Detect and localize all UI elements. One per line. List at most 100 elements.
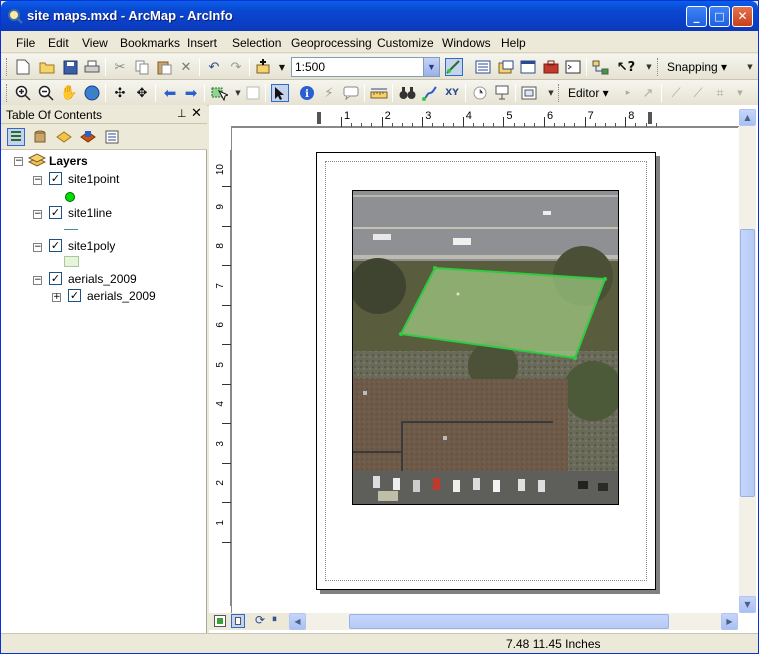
clear-selection-icon[interactable] <box>244 84 262 102</box>
menu-insert[interactable]: Insert <box>187 36 217 50</box>
scroll-right-arrow-icon[interactable]: ▶ <box>721 613 738 630</box>
layer-name-site1line[interactable]: site1line <box>68 206 112 220</box>
trace-icon[interactable]: ⟋ <box>689 84 707 102</box>
page-canvas[interactable] <box>231 127 738 615</box>
new-document-icon[interactable] <box>14 58 32 76</box>
layer-name-site1point[interactable]: site1point <box>68 172 119 186</box>
sublayer-expand-toggle[interactable]: + <box>52 293 61 302</box>
layer-name-aerials-2009[interactable]: aerials_2009 <box>68 272 137 286</box>
model-builder-icon[interactable] <box>591 58 609 76</box>
go-back-arrow-icon[interactable]: ⬅ <box>161 84 179 102</box>
polygon-symbol-swatch[interactable] <box>64 256 79 267</box>
close-button[interactable]: ✕ <box>732 6 753 27</box>
minimize-button[interactable]: _ <box>686 6 707 27</box>
layer-collapse-toggle[interactable]: − <box>33 176 42 185</box>
paste-icon[interactable] <box>155 58 173 76</box>
pause-drawing-icon[interactable]: ⏸ <box>272 614 277 625</box>
python-window-icon[interactable] <box>564 58 582 76</box>
undo-icon[interactable]: ↶ <box>205 58 223 76</box>
layer-visibility-checkbox[interactable]: ✓ <box>49 206 62 219</box>
find-binoculars-icon[interactable] <box>398 84 416 102</box>
line-symbol-swatch[interactable] <box>64 229 78 230</box>
layer-visibility-checkbox[interactable]: ✓ <box>49 172 62 185</box>
sublayer-name-aerials-2009[interactable]: aerials_2009 <box>87 289 156 303</box>
menu-help[interactable]: Help <box>501 36 526 50</box>
toolbar-grip[interactable] <box>558 84 561 102</box>
refresh-icon[interactable]: ⟳ <box>255 613 265 627</box>
pan-hand-icon[interactable]: ✋ <box>60 84 78 102</box>
create-viewer-window-icon[interactable] <box>520 84 538 102</box>
vertical-scroll-thumb[interactable] <box>740 229 755 497</box>
layers-collapse-toggle[interactable]: − <box>14 157 23 166</box>
layer-name-site1poly[interactable]: site1poly <box>68 239 115 253</box>
whats-this-help-icon[interactable]: ↖? <box>617 58 635 76</box>
catalog-icon[interactable] <box>497 58 515 76</box>
viewer-window-icon[interactable] <box>493 84 511 102</box>
layer-collapse-toggle[interactable]: − <box>33 276 42 285</box>
toolbar-grip[interactable] <box>6 58 9 76</box>
scroll-down-arrow-icon[interactable]: ▼ <box>739 596 756 613</box>
menu-file[interactable]: File <box>16 36 35 50</box>
menu-selection[interactable]: Selection <box>232 36 281 50</box>
select-elements-pointer-icon[interactable] <box>271 84 289 102</box>
add-data-dropdown-icon[interactable]: ▼ <box>273 58 291 76</box>
search-window-icon[interactable] <box>519 58 537 76</box>
zoom-out-icon[interactable] <box>37 84 55 102</box>
arctoolbox-icon[interactable] <box>542 58 560 76</box>
construction-tools-icon[interactable]: ⌗ <box>711 84 729 102</box>
horizontal-scrollbar[interactable]: ◀ ▶ <box>289 613 738 630</box>
title-bar[interactable]: site maps.mxd - ArcMap - ArcInfo _ □ ✕ <box>1 1 758 31</box>
measure-ruler-icon[interactable] <box>370 84 388 102</box>
menu-edit[interactable]: Edit <box>48 36 69 50</box>
data-frame-aerial-map[interactable] <box>352 190 619 505</box>
vertical-scrollbar[interactable]: ▲ ▼ <box>739 109 756 613</box>
full-extent-globe-icon[interactable] <box>83 84 101 102</box>
edit-tool-icon[interactable]: ▸ <box>619 84 637 102</box>
data-frame-label[interactable]: Layers <box>49 154 88 168</box>
delete-icon[interactable]: ✕ <box>177 58 195 76</box>
scroll-up-arrow-icon[interactable]: ▲ <box>739 109 756 126</box>
chevron-down-icon[interactable]: ▼ <box>423 58 439 76</box>
copy-icon[interactable] <box>133 58 151 76</box>
sublayer-visibility-checkbox[interactable]: ✓ <box>68 289 81 302</box>
list-by-drawing-order-icon[interactable] <box>7 128 25 146</box>
toolbar-grip[interactable] <box>657 58 660 76</box>
add-data-icon[interactable] <box>255 58 273 76</box>
go-to-xy-icon[interactable]: XY <box>443 84 461 102</box>
list-by-source-icon[interactable] <box>31 128 49 146</box>
fixed-zoom-in-icon[interactable]: ✣ <box>111 84 129 102</box>
fixed-zoom-out-icon[interactable]: ✥ <box>133 84 151 102</box>
data-view-icon[interactable] <box>214 615 226 627</box>
html-popup-icon[interactable] <box>342 84 360 102</box>
hyperlink-lightning-icon[interactable]: ⚡ <box>320 84 338 102</box>
layer-visibility-checkbox[interactable]: ✓ <box>49 239 62 252</box>
layer-visibility-checkbox[interactable]: ✓ <box>49 272 62 285</box>
close-icon[interactable]: ✕ <box>191 106 202 121</box>
table-of-contents-icon[interactable] <box>474 58 492 76</box>
vertical-ruler[interactable]: 10 9 8 7 6 5 4 3 2 1 <box>214 150 231 606</box>
select-features-icon[interactable] <box>210 84 228 102</box>
straight-segment-icon[interactable]: ⟋ <box>667 84 685 102</box>
cut-icon[interactable]: ✂ <box>111 58 129 76</box>
toolbar-options-icon[interactable]: ▼ <box>731 84 749 102</box>
map-scale-combobox[interactable]: 1:500 ▼ <box>291 57 440 77</box>
save-icon[interactable] <box>61 58 79 76</box>
point-symbol-swatch[interactable] <box>65 192 75 202</box>
redo-icon[interactable]: ↷ <box>227 58 245 76</box>
list-by-visibility-icon[interactable] <box>55 128 73 146</box>
scroll-left-arrow-icon[interactable]: ◀ <box>289 613 306 630</box>
horizontal-ruler[interactable]: 1 2 3 4 5 6 7 8 <box>231 109 746 127</box>
horizontal-scroll-thumb[interactable] <box>349 614 669 629</box>
editor-menu[interactable]: Editor ▾ <box>568 86 609 100</box>
go-forward-arrow-icon[interactable]: ➡ <box>182 84 200 102</box>
toolbar-options-icon[interactable]: ▼ <box>640 58 658 76</box>
zoom-in-icon[interactable] <box>14 84 32 102</box>
identify-icon[interactable]: i <box>298 84 316 102</box>
layout-view-icon[interactable] <box>231 614 245 628</box>
open-folder-icon[interactable] <box>38 58 56 76</box>
toolbar-grip[interactable] <box>6 84 9 102</box>
edit-annotation-icon[interactable]: ↗ <box>639 84 657 102</box>
time-slider-icon[interactable] <box>471 84 489 102</box>
menu-windows[interactable]: Windows <box>442 36 491 50</box>
print-icon[interactable] <box>83 58 101 76</box>
